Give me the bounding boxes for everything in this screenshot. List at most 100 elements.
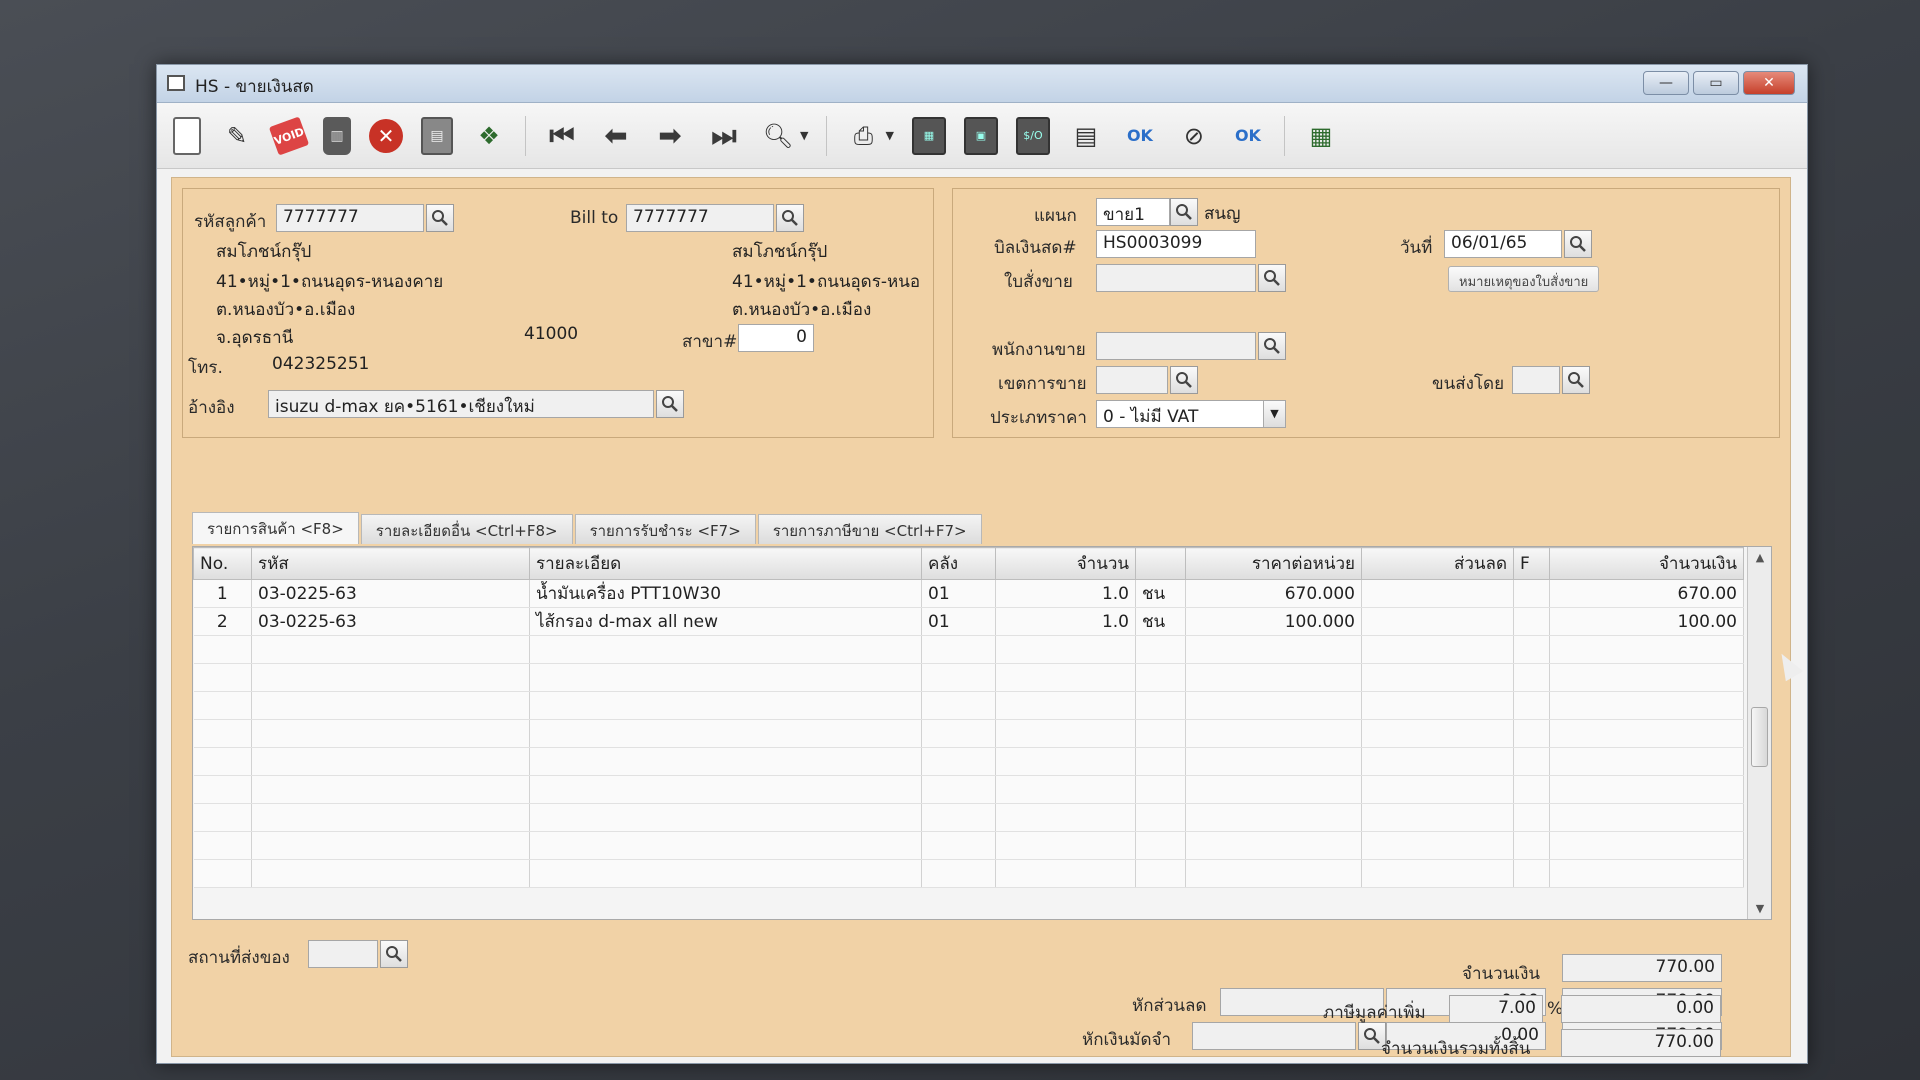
- search-icon: [662, 396, 678, 412]
- table-row[interactable]: 2 03-0225-63 ไส้กรอง d-max all new 01 1.…: [193, 607, 1744, 636]
- date-input[interactable]: 06/01/65: [1444, 230, 1562, 258]
- col-header-unit-price[interactable]: ราคาต่อหน่วย: [1185, 547, 1362, 580]
- search-document-icon[interactable]: 🔍︎: [760, 117, 796, 155]
- col-header-discount[interactable]: ส่วนลด: [1361, 547, 1514, 580]
- new-document-icon[interactable]: [173, 116, 201, 155]
- col-header-warehouse[interactable]: คลัง: [921, 547, 996, 580]
- salesman-input[interactable]: [1096, 332, 1256, 360]
- print-dropdown-icon[interactable]: ▼: [885, 129, 893, 142]
- confirm-icon[interactable]: OK: [1230, 117, 1266, 155]
- table-row[interactable]: 1 03-0225-63 น้ำมันเครื่อง PTT10W30 01 1…: [193, 579, 1744, 608]
- search-icon: [1568, 372, 1584, 388]
- scrollbar-thumb[interactable]: [1751, 707, 1768, 767]
- approve-icon[interactable]: OK: [1122, 117, 1158, 155]
- salesman-search-button[interactable]: [1258, 332, 1286, 360]
- empty-row[interactable]: [193, 859, 1744, 888]
- receipt-icon[interactable]: ▤: [1068, 117, 1104, 155]
- reference-search-button[interactable]: [656, 390, 684, 418]
- tab-payments[interactable]: รายการรับชำระ <F7>: [574, 514, 756, 544]
- close-button[interactable]: ✕: [1743, 71, 1795, 95]
- discount-label: หักส่วนลด: [1132, 996, 1207, 1016]
- cell-description: น้ำมันเครื่อง PTT10W30: [529, 579, 922, 608]
- save-icon[interactable]: ▤: [421, 116, 453, 155]
- search-dropdown-icon[interactable]: ▼: [800, 129, 808, 142]
- cell-description: ไส้กรอง d-max all new: [529, 607, 922, 636]
- shipping-search-button[interactable]: [1562, 366, 1590, 394]
- calculator-icon[interactable]: ▣: [963, 116, 998, 155]
- cash-bill-input[interactable]: HS0003099: [1096, 230, 1256, 258]
- col-header-quantity[interactable]: จำนวน: [995, 547, 1136, 580]
- empty-row[interactable]: [193, 635, 1744, 664]
- sales-order-note-button[interactable]: หมายเหตุของใบสั่งขาย: [1448, 266, 1600, 292]
- title-bar: HS - ขายเงินสด — ▭ ✕: [157, 65, 1807, 103]
- deposit-input[interactable]: [1192, 1022, 1356, 1050]
- app-window: HS - ขายเงินสด — ▭ ✕ ✎ VOID ▥ ✕ ▤ ❖ ⏮ ⬅ …: [156, 64, 1808, 1064]
- cancel-icon[interactable]: ✕: [369, 118, 403, 153]
- search-icon: [1264, 270, 1280, 286]
- search-icon: [1176, 372, 1192, 388]
- billto-search-button[interactable]: [776, 204, 804, 232]
- tab-sales-tax[interactable]: รายการภาษีขาย <Ctrl+F7>: [757, 514, 982, 544]
- sales-order-input[interactable]: [1096, 264, 1256, 292]
- empty-row[interactable]: [193, 803, 1744, 832]
- cell-unit: ชน: [1135, 579, 1186, 608]
- delivery-place-search-button[interactable]: [380, 940, 408, 968]
- col-header-code[interactable]: รหัส: [251, 547, 530, 580]
- customer-search-button[interactable]: [426, 204, 454, 232]
- tab-other-details[interactable]: รายละเอียดอื่น <Ctrl+F8>: [360, 514, 573, 544]
- customer-code-input[interactable]: 7777777: [276, 204, 424, 232]
- sales-area-input[interactable]: [1096, 366, 1168, 394]
- scroll-down-icon[interactable]: ▼: [1748, 902, 1772, 915]
- delivery-place-label: สถานที่ส่งของ: [188, 948, 290, 968]
- department-search-button[interactable]: [1170, 198, 1198, 226]
- report-icon[interactable]: ▦: [911, 116, 946, 155]
- tab-items[interactable]: รายการสินค้า <F8>: [192, 512, 359, 544]
- unapprove-icon[interactable]: ⊘: [1176, 117, 1212, 155]
- void-icon[interactable]: VOID: [268, 115, 310, 156]
- col-header-amount[interactable]: จำนวนเงิน: [1549, 547, 1744, 580]
- delete-icon[interactable]: ▥: [323, 116, 351, 155]
- price-type-select[interactable]: 0 - ไม่มี VAT ▼: [1096, 400, 1286, 428]
- salesman-label: พนักงานขาย: [992, 340, 1086, 360]
- col-header-no[interactable]: No.: [193, 547, 252, 580]
- maximize-button[interactable]: ▭: [1693, 71, 1739, 95]
- empty-row[interactable]: [193, 831, 1744, 860]
- reference-input[interactable]: isuzu d-max ยค•5161•เชียงใหม่: [268, 390, 654, 418]
- chevron-down-icon[interactable]: ▼: [1263, 401, 1285, 427]
- edit-icon[interactable]: ✎: [219, 117, 255, 155]
- print-icon[interactable]: ⎙: [845, 117, 881, 155]
- last-record-icon[interactable]: ⏭: [706, 117, 742, 155]
- branch-input[interactable]: 0: [738, 324, 814, 352]
- grid-scrollbar[interactable]: ▲ ▼: [1747, 547, 1771, 919]
- department-input[interactable]: ขาย1: [1096, 198, 1170, 226]
- cash-icon[interactable]: $/O: [1015, 116, 1050, 155]
- delivery-place-input[interactable]: [308, 940, 378, 968]
- export-icon[interactable]: ▦: [1303, 117, 1339, 155]
- billto-input[interactable]: 7777777: [626, 204, 774, 232]
- vat-rate-input[interactable]: 7.00: [1449, 995, 1543, 1023]
- empty-row[interactable]: [193, 663, 1744, 692]
- cell-warehouse: 01: [921, 579, 996, 608]
- customer-phone: 042325251: [272, 354, 370, 374]
- customer-address-line2: ต.หนองบัว•อ.เมือง: [216, 300, 356, 320]
- minimize-button[interactable]: —: [1643, 71, 1689, 95]
- date-picker-button[interactable]: [1564, 230, 1592, 258]
- scroll-up-icon[interactable]: ▲: [1748, 551, 1772, 564]
- cell-flag: [1513, 579, 1550, 608]
- empty-row[interactable]: [193, 691, 1744, 720]
- copy-icon[interactable]: ❖: [471, 117, 507, 155]
- previous-record-icon[interactable]: ⬅: [598, 117, 634, 155]
- col-header-description[interactable]: รายละเอียด: [529, 547, 922, 580]
- col-header-unit[interactable]: [1135, 547, 1186, 580]
- toolbar-separator: [525, 115, 526, 156]
- shipping-input[interactable]: [1512, 366, 1560, 394]
- empty-row[interactable]: [193, 747, 1744, 776]
- sales-order-search-button[interactable]: [1258, 264, 1286, 292]
- window-title: HS - ขายเงินสด: [195, 77, 314, 97]
- col-header-flag[interactable]: F: [1513, 547, 1550, 580]
- empty-row[interactable]: [193, 775, 1744, 804]
- empty-row[interactable]: [193, 719, 1744, 748]
- first-record-icon[interactable]: ⏮: [544, 117, 580, 155]
- next-record-icon[interactable]: ➡: [652, 117, 688, 155]
- sales-area-search-button[interactable]: [1170, 366, 1198, 394]
